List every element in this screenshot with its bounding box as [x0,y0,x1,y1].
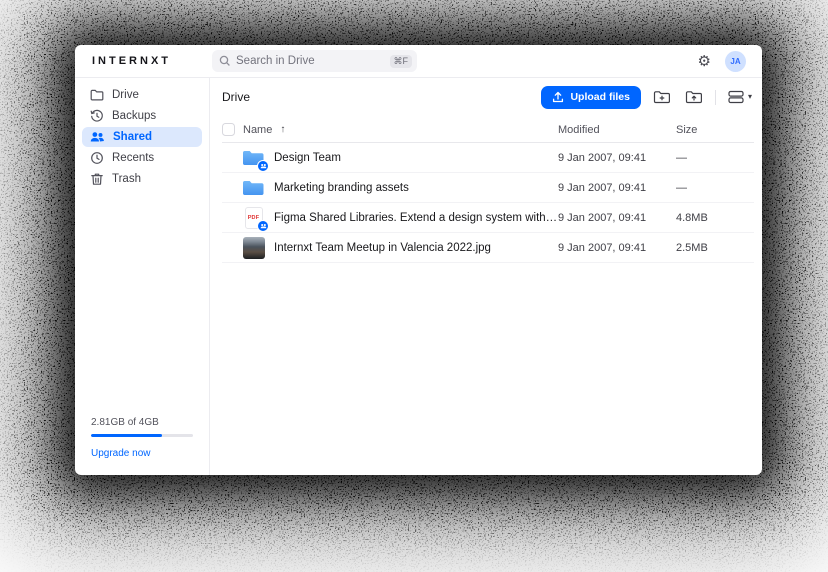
file-icon-wrap: PDF [242,207,265,229]
file-row[interactable]: PDF [222,173,754,203]
sidebar-item-label: Trash [112,173,141,185]
search-input[interactable] [236,55,385,67]
app-window: INTERNXT ⌘F ⚙ JA [75,45,762,475]
upload-folder-button[interactable] [683,87,705,107]
file-name-cell: PDF [222,177,558,199]
file-modified-date: 9 Jan 2007, 09:41 [558,212,676,224]
clock-icon [90,151,104,165]
internxt-logo: INTERNXT [75,55,210,67]
sidebar-item[interactable]: Trash [82,169,202,189]
folder-upload-icon [685,89,703,105]
column-header-modified[interactable]: Modified [558,124,676,136]
file-modified-date: 9 Jan 2007, 09:41 [558,242,676,254]
file-name-label: Internxt Team Meetup in Valencia 2022.jp… [274,242,491,254]
topbar: INTERNXT ⌘F ⚙ JA [75,45,762,78]
image-thumbnail [243,237,265,259]
view-mode-toggle[interactable]: ▾ [726,88,754,106]
sort-ascending-icon: ↑ [280,124,285,135]
backup-clock-icon [90,109,104,123]
breadcrumb[interactable]: Drive [222,90,250,104]
chevron-down-icon: ▾ [748,93,752,101]
column-header-size[interactable]: Size [676,124,754,136]
folder-icon [90,88,104,102]
name-column-label: Name [243,124,272,136]
file-name-label: Design Team [274,152,341,164]
search-icon [219,55,231,67]
sidebar-item[interactable]: Shared [82,127,202,147]
storage-progress-fill [91,434,162,437]
shared-people-glyph [260,223,267,229]
page: INTERNXT ⌘F ⚙ JA [0,0,828,572]
file-name-label: Marketing branding assets [274,182,409,194]
shared-people-glyph [260,163,267,169]
shared-badge-icon [257,220,269,232]
trash-icon [90,172,104,186]
file-icon-wrap: PDF [242,177,265,199]
file-name-label: Figma Shared Libraries. Extend a design … [274,212,558,224]
sidebar: Drive [75,78,210,475]
folder-plus-icon [653,89,671,105]
file-table: Name ↑ Modified Size [222,117,754,263]
file-size: 2.5MB [676,242,754,254]
file-icon-wrap: PDF [242,237,265,259]
upload-icon [552,91,564,103]
sidebar-item-label: Shared [113,131,152,143]
user-avatar[interactable]: JA [725,51,746,72]
upgrade-now-link[interactable]: Upgrade now [91,448,150,459]
sidebar-item[interactable]: Drive [82,85,202,105]
search-bar[interactable]: ⌘F [212,50,417,72]
file-size: — [676,182,754,194]
toolbar-divider [715,90,716,105]
file-name-cell: PDF [222,237,558,259]
toolbar: Drive Upload files [222,78,754,114]
new-folder-button[interactable] [651,87,673,107]
upload-files-label: Upload files [570,91,630,103]
file-size: 4.8MB [676,212,754,224]
file-name-cell: PDF [222,147,558,169]
pdf-label: PDF [248,215,260,221]
table-header: Name ↑ Modified Size [222,117,754,143]
file-row[interactable]: PDF [222,203,754,233]
search-shortcut-badge: ⌘F [390,55,413,68]
topbar-actions: ⚙ JA [698,51,762,72]
upload-files-button[interactable]: Upload files [541,86,641,109]
storage-progress-bar [91,434,193,437]
select-all-checkbox[interactable] [222,123,235,136]
settings-gear-icon[interactable]: ⚙ [698,54,711,69]
list-view-icon [728,90,744,104]
sidebar-item-label: Recents [112,152,154,164]
storage-usage-text: 2.81GB of 4GB [91,417,193,428]
shared-badge-icon [257,160,269,172]
file-size: — [676,152,754,164]
sidebar-item[interactable]: Recents [82,148,202,168]
window-body: Drive [75,78,762,475]
column-header-name[interactable]: Name ↑ [222,123,558,136]
file-icon-wrap: PDF [242,147,265,169]
file-row[interactable]: PDF [222,233,754,263]
storage-widget: 2.81GB of 4GB Upgrade now [82,417,202,461]
file-modified-date: 9 Jan 2007, 09:41 [558,182,676,194]
file-row[interactable]: PDF [222,143,754,173]
sidebar-item[interactable]: Backups [82,106,202,126]
folder-blue-icon [242,179,265,197]
sidebar-item-label: Drive [112,89,139,101]
toolbar-actions: Upload files [541,86,754,109]
main-content: Drive Upload files [210,78,762,475]
file-modified-date: 9 Jan 2007, 09:41 [558,152,676,164]
sidebar-item-label: Backups [112,110,156,122]
people-icon [90,131,105,143]
file-name-cell: PDF [222,207,558,229]
